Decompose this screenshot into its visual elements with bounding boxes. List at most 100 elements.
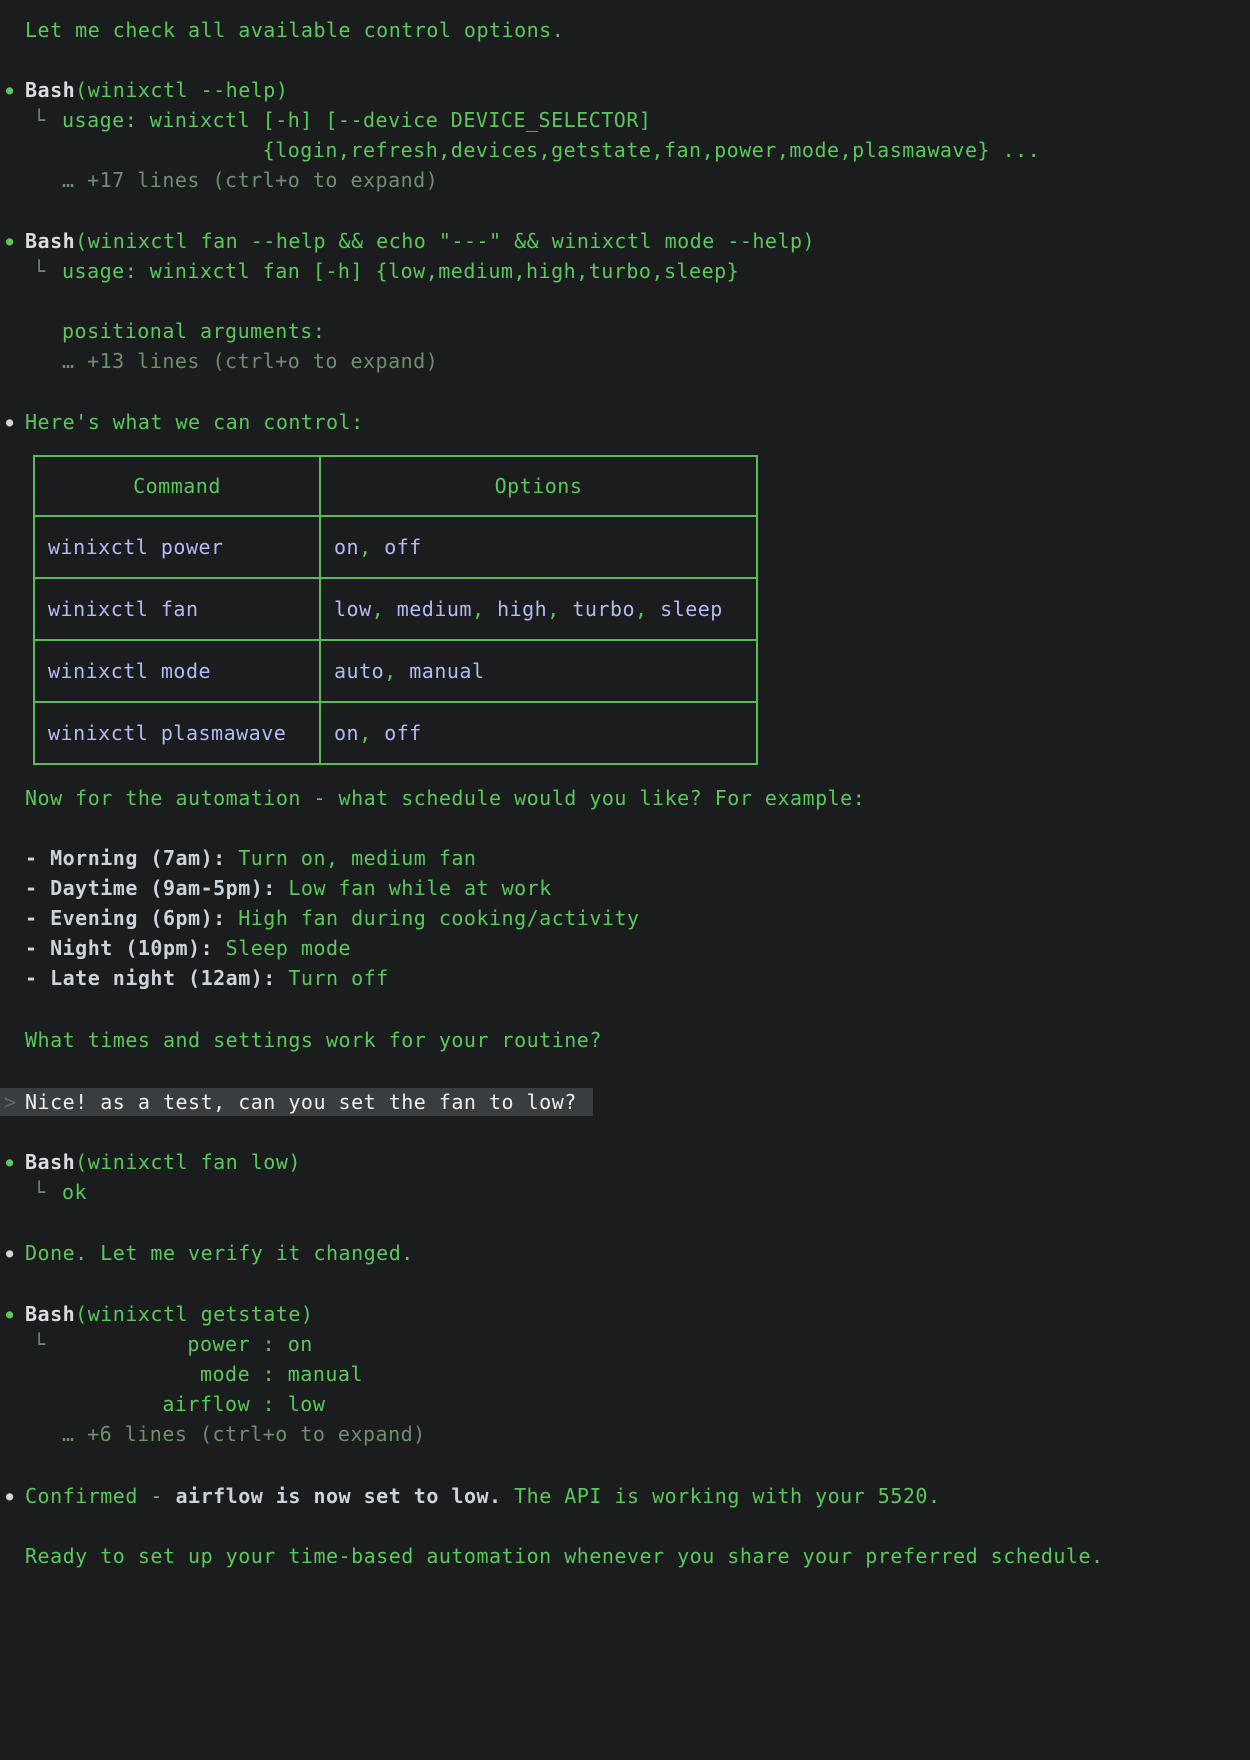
assistant-message: ● Done. Let me verify it changed. (0, 1238, 1250, 1268)
text-segment: (winixctl getstate) (75, 1302, 313, 1326)
text-segment: airflow : low (62, 1392, 325, 1416)
option-code: medium (397, 597, 472, 621)
table-column-header: Command (34, 456, 320, 516)
text-segment: … +13 lines (ctrl+o to expand) (62, 349, 438, 373)
text-segment: - Daytime (9am-5pm): (25, 876, 276, 900)
option-code: sleep (660, 597, 723, 621)
text-segment: usage: winixctl [-h] [--device DEVICE_SE… (62, 108, 651, 132)
options-separator: , (359, 721, 384, 745)
text-line: ●Bash(winixctl --help) (0, 75, 1250, 105)
text-segment: mode : manual (62, 1362, 363, 1386)
text-segment: Now for the automation - what schedule w… (25, 786, 865, 810)
text-segment: ok (62, 1180, 87, 1204)
text-line: ● Here's what we can control: (0, 407, 1250, 437)
text-segment: airflow is now set to low. (176, 1484, 502, 1508)
text-line: ● Bash(winixctl fan --help && echo "---" … (0, 226, 1250, 256)
text-segment: Ready to set up your time-based automati… (25, 1544, 1104, 1568)
assistant-bullet-icon: ● (6, 1238, 14, 1268)
table-cell-options: on, off (320, 702, 757, 764)
control-options-table: CommandOptionswinixctl poweron, offwinix… (0, 455, 1250, 765)
text-line: └usage: winixctl [-h] [--device DEVICE_S… (0, 105, 1250, 135)
text-segment: Bash (25, 229, 75, 253)
table-cell-command: winixctl mode (34, 640, 320, 702)
table-row: winixctl fanlow, medium, high, turbo, sl… (34, 578, 757, 640)
tool-call-bash-fan-low: ●Bash(winixctl fan low)└ok (0, 1147, 1250, 1207)
terminal-window[interactable]: Let me check all available control optio… (0, 0, 1250, 1760)
table-row: winixctl plasmawave on, off (34, 702, 757, 764)
option-code: off (384, 535, 422, 559)
text-line: └usage: winixctl fan [-h] {low,medium,hi… (0, 256, 1250, 286)
assistant-bullet-icon: ● (6, 1481, 14, 1511)
text-line: └ power : on (0, 1329, 1250, 1359)
assistant-bullet-icon: ● (6, 407, 14, 437)
text-segment: Confirmed - (25, 1484, 176, 1508)
text-line: - Morning (7am): Turn on, medium fan (0, 843, 1250, 873)
tool-call-bash-fan-mode-help: ● Bash(winixctl fan --help && echo "---" … (0, 226, 1250, 376)
text-line: - Late night (12am): Turn off (0, 963, 1250, 993)
user-input-line: > Nice! as a test, can you set the fan to… (0, 1088, 593, 1116)
options-separator: , (635, 597, 660, 621)
option-code: on (334, 535, 359, 559)
table-cell-command: winixctl power (34, 516, 320, 578)
text-line: - Night (10pm): Sleep mode (0, 933, 1250, 963)
table-header-row: CommandOptions (34, 456, 757, 516)
tool-call-bash-help: ●Bash(winixctl --help)└usage: winixctl [… (0, 75, 1250, 195)
text-line: … +17 lines (ctrl+o to expand) (0, 165, 1250, 195)
options-separator: , (359, 535, 384, 559)
options-separator: , (384, 659, 409, 683)
text-line: ●Bash(winixctl fan low) (0, 1147, 1250, 1177)
text-segment: Turn off (276, 966, 389, 990)
command-code: winixctl fan (48, 597, 199, 621)
text-segment: Bash (25, 1150, 75, 1174)
user-message: > Nice! as a test, can you set the fan to… (0, 1088, 1250, 1116)
table-cell-options: auto, manual (320, 640, 757, 702)
option-code: low (334, 597, 372, 621)
tool-call-bash-getstate: ●Bash(winixctl getstate)└ power : on mod… (0, 1299, 1250, 1449)
text-line: Now for the automation - what schedule w… (0, 783, 1250, 813)
text-line: └ ok (0, 1177, 1250, 1207)
text-segment: Done. Let me verify it changed. (25, 1241, 414, 1265)
table-cell-options: on, off (320, 516, 757, 578)
text-segment: Let me check all available control optio… (25, 18, 564, 42)
text-segment: Turn on, medium fan (226, 846, 477, 870)
text-segment: positional arguments: (62, 319, 325, 343)
text-segment: What times and settings work for your ro… (25, 1028, 602, 1052)
assistant-message: Now for the automation - what schedule w… (0, 783, 1250, 813)
text-line (0, 286, 1250, 316)
text-line: What times and settings work for your ro… (0, 1025, 1250, 1055)
command-code: winixctl power (48, 535, 224, 559)
tool-bullet-icon: ● (6, 226, 14, 256)
options-separator: , (472, 597, 497, 621)
text-line: - Daytime (9am-5pm): Low fan while at wo… (0, 873, 1250, 903)
text-segment: Nice! as a test, can you set the fan to … (25, 1090, 577, 1114)
option-code: turbo (572, 597, 635, 621)
text-line: - Evening (6pm): High fan during cooking… (0, 903, 1250, 933)
text-line: ● Done. Let me verify it changed. (0, 1238, 1250, 1268)
text-segment: Sleep mode (213, 936, 351, 960)
text-line: Ready to set up your time-based automati… (0, 1541, 1250, 1571)
text-segment: - Late night (12am): (25, 966, 276, 990)
assistant-message: ●Confirmed - airflow is now set to low. … (0, 1481, 1250, 1511)
text-line: {login,refresh,devices,getstate,fan,powe… (0, 135, 1250, 165)
text-line: airflow : low (0, 1389, 1250, 1419)
conversation-transcript: Let me check all available control optio… (0, 0, 1250, 1571)
options-separator: , (372, 597, 397, 621)
tool-result-connector-icon: └ (33, 1177, 46, 1207)
table-row: winixctl modeauto, manual (34, 640, 757, 702)
command-code: winixctl plasmawave (48, 721, 286, 745)
text-line: Let me check all available control optio… (0, 15, 1250, 45)
text-segment: power : on (62, 1332, 313, 1356)
text-line: positional arguments: (0, 316, 1250, 346)
text-segment: Here's what we can control: (25, 410, 364, 434)
text-line: mode : manual (0, 1359, 1250, 1389)
text-segment: (winixctl --help) (75, 78, 288, 102)
text-segment: Low fan while at work (276, 876, 552, 900)
table-cell-command: winixctl fan (34, 578, 320, 640)
text-line: ●Confirmed - airflow is now set to low. … (0, 1481, 1250, 1511)
assistant-message: Let me check all available control optio… (0, 0, 1250, 45)
tool-result-connector-icon: └ (33, 1329, 46, 1359)
user-prompt-chevron-icon: > (4, 1088, 17, 1116)
tool-bullet-icon: ● (6, 1147, 14, 1177)
text-segment: (winixctl fan --help && echo "---" && wi… (75, 229, 815, 253)
tool-bullet-icon: ● (6, 75, 14, 105)
